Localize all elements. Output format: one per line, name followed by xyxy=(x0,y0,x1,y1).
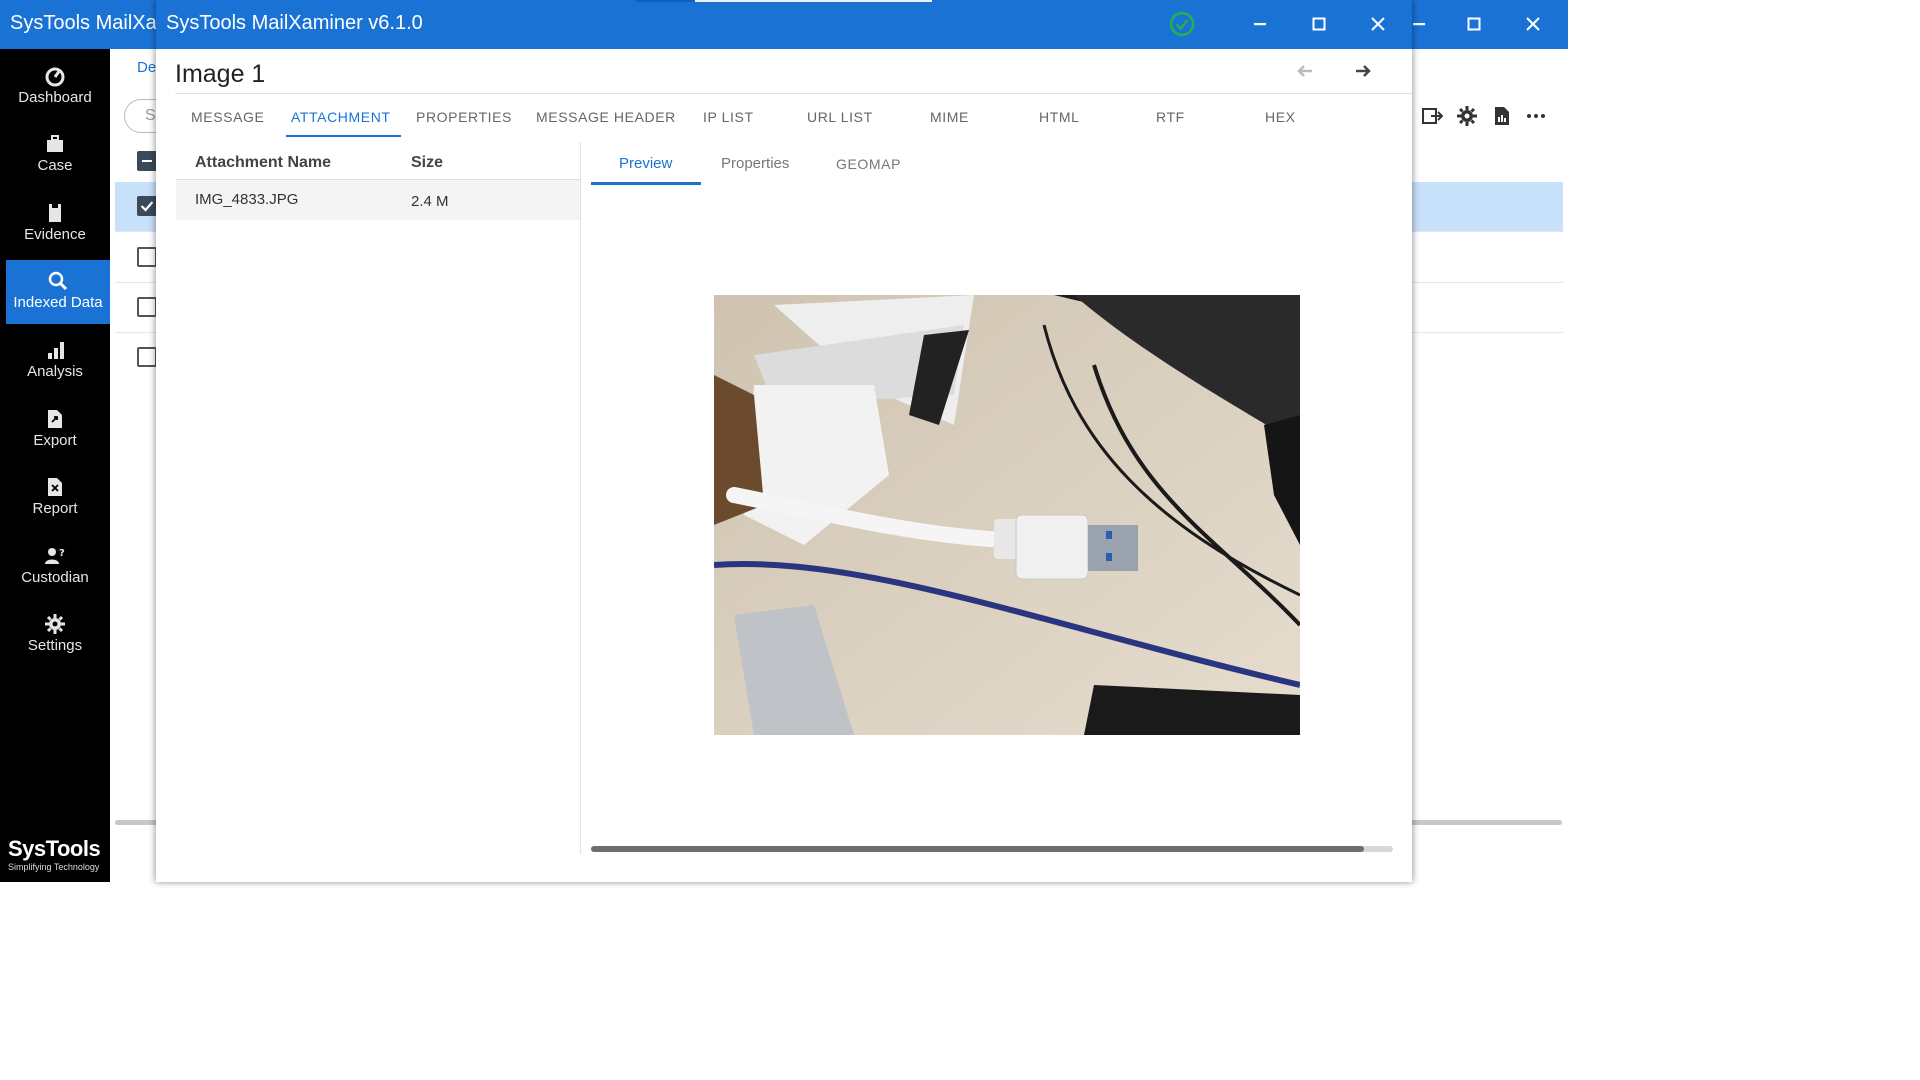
sidebar-item-dashboard[interactable]: Dashboard xyxy=(0,55,110,119)
sidebar-item-custodian[interactable]: ? Custodian xyxy=(0,535,110,599)
sidebar-item-label: Analysis xyxy=(27,363,83,380)
page-title: Image 1 xyxy=(175,60,266,88)
tab-url-list[interactable]: URL LIST xyxy=(807,109,873,125)
tab-properties[interactable]: PROPERTIES xyxy=(416,109,512,125)
evidence-icon xyxy=(49,204,61,222)
panel-divider[interactable] xyxy=(580,142,581,854)
report-file-icon xyxy=(48,478,62,496)
row-checkbox[interactable] xyxy=(137,247,157,267)
maximize-icon xyxy=(1467,17,1481,31)
preview-scrollbar-thumb[interactable] xyxy=(591,846,1364,852)
sidebar-item-report[interactable]: Report xyxy=(0,466,110,530)
tab-rtf[interactable]: RTF xyxy=(1156,109,1185,125)
active-preview-tab-indicator xyxy=(591,182,701,185)
bar-chart-icon xyxy=(48,342,64,359)
minus-icon xyxy=(142,160,152,162)
svg-text:?: ? xyxy=(59,548,65,559)
attachment-image-preview xyxy=(714,295,1300,735)
tab-html[interactable]: HTML xyxy=(1039,109,1080,125)
sidebar-item-label: Dashboard xyxy=(18,89,92,106)
previous-arrow-icon[interactable] xyxy=(1294,60,1316,82)
breadcrumb[interactable]: De xyxy=(137,59,156,76)
gear-icon xyxy=(45,614,65,634)
brand-logo: SysTools Simplifying Technology xyxy=(8,836,101,872)
briefcase-icon xyxy=(47,135,63,152)
tab-message[interactable]: MESSAGE xyxy=(191,109,264,125)
sidebar-item-analysis[interactable]: Analysis xyxy=(0,329,110,393)
sidebar-item-label: Custodian xyxy=(21,569,89,586)
custodian-icon: ? xyxy=(45,548,65,564)
export-file-icon xyxy=(48,410,62,428)
export-icon[interactable] xyxy=(1421,105,1443,127)
maximize-icon xyxy=(1312,17,1326,31)
row-checkbox[interactable] xyxy=(137,297,157,317)
dialog-close-button[interactable] xyxy=(1364,10,1392,38)
main-close-button[interactable] xyxy=(1519,10,1547,38)
tab-preview[interactable]: Preview xyxy=(619,155,672,172)
dialog-titlebar: SysTools MailXaminer v6.1.0 xyxy=(156,0,1412,49)
column-header-size[interactable]: Size xyxy=(411,154,443,172)
sidebar-item-label: Settings xyxy=(27,637,83,654)
sidebar-item-evidence[interactable]: Evidence xyxy=(0,192,110,256)
search-icon xyxy=(48,271,68,291)
sidebar-item-label: Indexed Data xyxy=(13,294,103,311)
dialog-minimize-button[interactable] xyxy=(1246,10,1274,38)
attachment-name-cell: IMG_4833.JPG xyxy=(195,191,299,208)
sidebar-item-indexed-data[interactable]: Indexed Data xyxy=(6,260,110,324)
divider xyxy=(175,93,1412,94)
close-icon xyxy=(1371,17,1385,31)
main-maximize-button[interactable] xyxy=(1460,10,1488,38)
close-icon xyxy=(1526,17,1540,31)
row-checkbox[interactable] xyxy=(137,347,157,367)
sidebar-item-label: Export xyxy=(33,432,77,449)
sidebar-item-label: Evidence xyxy=(24,226,86,243)
tab-mime[interactable]: MIME xyxy=(930,109,969,125)
status-ok-icon xyxy=(1169,11,1195,37)
table-row[interactable]: IMG_4833.JPG 2.4 M xyxy=(176,180,580,220)
sidebar-item-label: Report xyxy=(32,500,78,517)
loading-progress-bar xyxy=(695,0,932,2)
dialog-maximize-button[interactable] xyxy=(1305,10,1333,38)
table-header-row: Attachment Name Size xyxy=(176,145,580,180)
gear-icon[interactable] xyxy=(1456,105,1478,127)
select-all-checkbox[interactable] xyxy=(137,151,157,171)
tab-preview-properties[interactable]: Properties xyxy=(721,155,789,172)
sidebar: Dashboard Case Evidence Indexed Data Ana… xyxy=(0,49,110,882)
active-tab-indicator xyxy=(286,135,401,137)
dialog-title: SysTools MailXaminer v6.1.0 xyxy=(166,12,423,34)
dashboard-icon xyxy=(45,67,65,87)
attachment-table: Attachment Name Size IMG_4833.JPG 2.4 M xyxy=(176,145,580,220)
tab-geomap[interactable]: GEOMAP xyxy=(836,156,901,172)
sidebar-item-export[interactable]: Export xyxy=(0,398,110,462)
tab-attachment[interactable]: ATTACHMENT xyxy=(291,109,391,125)
row-checkbox[interactable] xyxy=(137,196,157,216)
column-header-attachment-name[interactable]: Attachment Name xyxy=(195,154,331,172)
usb-cable-photo xyxy=(714,295,1300,735)
tab-hex[interactable]: HEX xyxy=(1265,109,1296,125)
loading-progress-bar-lead xyxy=(636,0,694,2)
tab-ip-list[interactable]: IP LIST xyxy=(703,109,754,125)
checkmark-icon xyxy=(140,201,154,212)
more-options-icon[interactable] xyxy=(1525,105,1547,127)
next-arrow-icon[interactable] xyxy=(1352,60,1374,82)
tab-message-header[interactable]: MESSAGE HEADER xyxy=(536,109,676,125)
brand-tagline: Simplifying Technology xyxy=(8,862,100,872)
sidebar-item-case[interactable]: Case xyxy=(0,123,110,187)
attachment-size-cell: 2.4 M xyxy=(411,193,449,210)
main-window-title: SysTools MailXa xyxy=(10,12,157,34)
attachment-viewer-dialog: SysTools MailXaminer v6.1.0 Image 1 MESS… xyxy=(156,0,1412,882)
brand-name: SysTools xyxy=(8,836,101,861)
sidebar-item-label: Case xyxy=(37,157,73,174)
sidebar-item-settings[interactable]: Settings xyxy=(0,603,110,667)
report-icon[interactable] xyxy=(1491,105,1513,127)
minimize-icon xyxy=(1254,23,1266,26)
